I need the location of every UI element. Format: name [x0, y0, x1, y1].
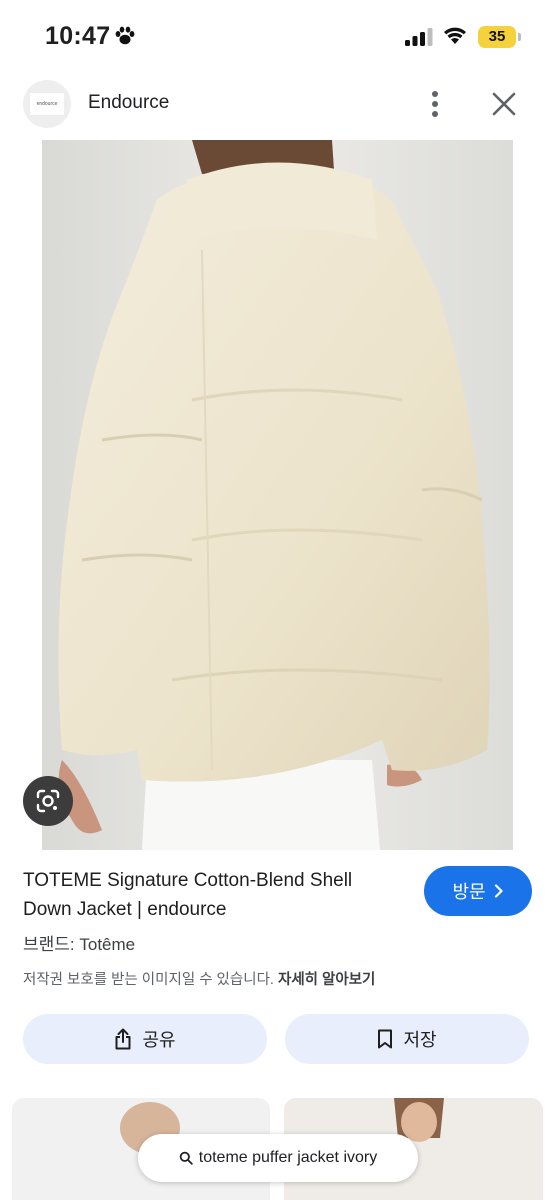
search-query-text: toteme puffer jacket ivory: [198, 1149, 378, 1166]
status-time: 10:47: [45, 22, 111, 50]
copyright-text: 저작권 보호를 받는 이미지일 수 있습니다.: [23, 972, 278, 988]
google-lens-icon: [36, 789, 60, 813]
more-options-icon[interactable]: [420, 86, 450, 122]
site-name[interactable]: Endource: [88, 92, 169, 114]
site-logo-text: endource: [30, 93, 64, 115]
share-button[interactable]: 공유: [23, 1014, 267, 1064]
cellular-signal-icon: [405, 28, 433, 46]
google-lens-button[interactable]: [23, 776, 73, 826]
search-query-chip[interactable]: toteme puffer jacket ivory: [138, 1134, 418, 1182]
close-icon[interactable]: [486, 86, 522, 122]
visit-button-label: 방문: [452, 882, 486, 902]
copyright-notice: 저작권 보호를 받는 이미지일 수 있습니다. 자세히 알아보기: [23, 968, 375, 989]
paw-icon: [115, 26, 135, 45]
wifi-icon: [444, 27, 466, 44]
site-logo[interactable]: endource: [23, 80, 71, 128]
chevron-right-icon: [494, 884, 503, 898]
source-header: endource Endource: [0, 72, 555, 140]
bookmark-icon: [378, 1029, 393, 1049]
search-icon: [179, 1151, 193, 1165]
product-title[interactable]: TOTEME Signature Cotton-Blend Shell Down…: [23, 866, 403, 924]
visit-button[interactable]: 방문: [424, 866, 532, 916]
save-button[interactable]: 저장: [285, 1014, 529, 1064]
status-bar: 10:47 35: [0, 0, 555, 72]
battery-tip: [518, 33, 521, 41]
battery-indicator: 35: [478, 26, 516, 48]
brand-label: 브랜드: Totême: [23, 935, 136, 954]
save-button-label: 저장: [403, 1030, 437, 1050]
share-button-label: 공유: [142, 1030, 176, 1050]
product-image-area: [0, 140, 555, 850]
product-photo[interactable]: [42, 140, 513, 850]
share-icon: [115, 1028, 131, 1050]
learn-more-link[interactable]: 자세히 알아보기: [278, 972, 375, 988]
